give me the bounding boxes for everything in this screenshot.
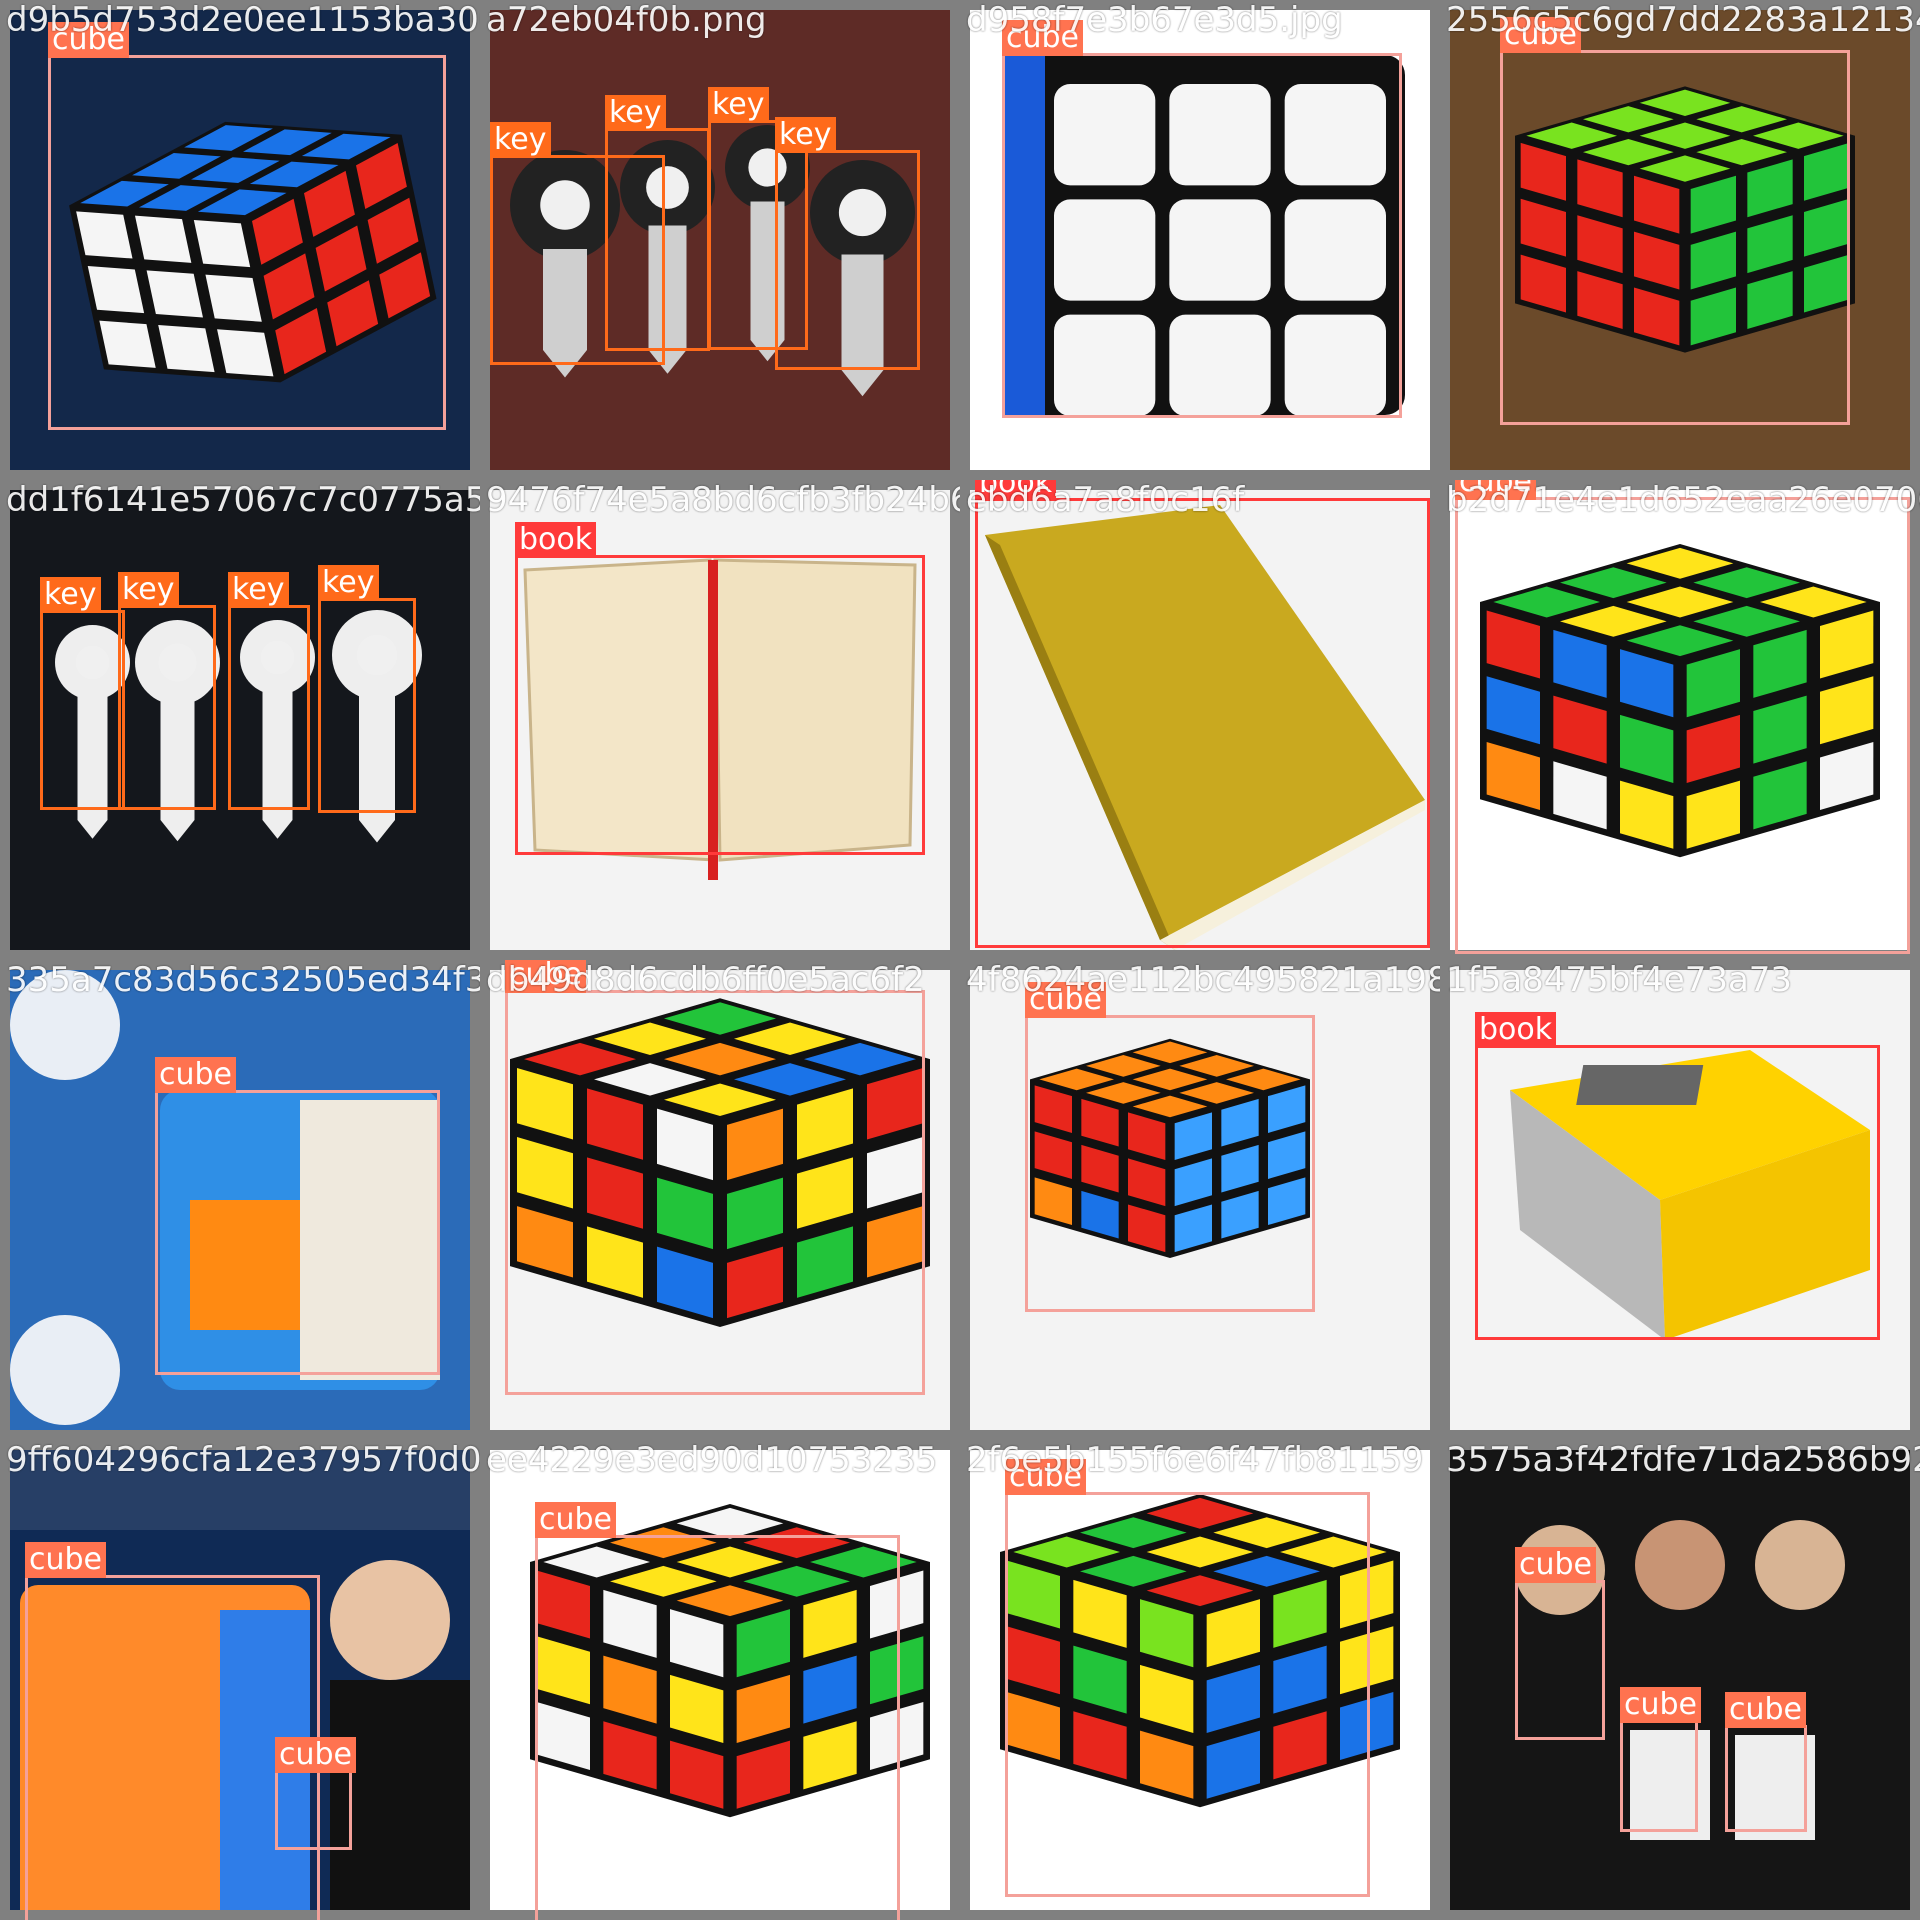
mosaic-tile: 9476f74e5a8bd6cfb3fb24b6 book bbox=[480, 480, 960, 960]
mosaic-tile: 335a7c83d56c32505ed34f3b cube bbox=[0, 960, 480, 1440]
bbox-cube: cube bbox=[48, 22, 446, 430]
bbox-cube: cube bbox=[1002, 20, 1402, 418]
mosaic-tile: 3575a3f42fdfe71da2586b922 cube cube cube bbox=[1440, 1440, 1920, 1920]
bbox-cube: cube bbox=[1725, 1692, 1807, 1832]
mosaic-tile: 9ff604296cfa12e37957f0d01 cube cube bbox=[0, 1440, 480, 1920]
bbox-label: cube bbox=[48, 22, 130, 58]
bbox-label: cube bbox=[1725, 1692, 1807, 1728]
mosaic-tile: a72eb04f0b.png key key key key bbox=[480, 0, 960, 480]
bbox-label: book bbox=[515, 522, 597, 558]
bbox-cube: cube bbox=[1515, 1547, 1605, 1740]
bbox-key: key bbox=[118, 572, 216, 810]
bbox-label: book bbox=[975, 480, 1057, 501]
bbox-label: cube bbox=[275, 1737, 357, 1773]
bbox-label: cube bbox=[1620, 1687, 1702, 1723]
mosaic-tile: db49d8d6cdb6ff0e5ac6f2 cube bbox=[480, 960, 960, 1440]
bbox-label: cube bbox=[1025, 982, 1107, 1018]
mosaic-tile: 2556c5c6gd7dd2283a12134e cube bbox=[1440, 0, 1920, 480]
bbox-label: cube bbox=[155, 1057, 237, 1093]
bbox-label: cube bbox=[505, 960, 587, 993]
bbox-label: book bbox=[1475, 1012, 1557, 1048]
bbox-label: key bbox=[605, 95, 666, 131]
bbox-key: key bbox=[318, 565, 416, 813]
mosaic-tile: b2d71e4e1d652eaa26e0706 cube bbox=[1440, 480, 1920, 960]
bbox-cube: cube bbox=[1455, 480, 1910, 954]
mosaic-tile: 4f8624ae112bc495821a1982 cube bbox=[960, 960, 1440, 1440]
bbox-cube: cube bbox=[1620, 1687, 1702, 1832]
bbox-key: key bbox=[605, 95, 710, 351]
bbox-label: key bbox=[40, 577, 101, 613]
bbox-cube: cube bbox=[505, 960, 925, 1395]
bbox-label: key bbox=[708, 87, 769, 123]
bbox-key: key bbox=[228, 572, 310, 810]
bbox-label: key bbox=[118, 572, 179, 608]
bbox-key: key bbox=[775, 117, 920, 370]
mosaic-tile: dd1f6141e57067c7c0775a5a key key key key bbox=[0, 480, 480, 960]
bbox-key: key bbox=[40, 577, 125, 810]
bbox-book: book bbox=[515, 522, 925, 855]
bbox-label: key bbox=[228, 572, 289, 608]
mosaic-tile: d958f7e3b67e3d5.jpg cube bbox=[960, 0, 1440, 480]
bbox-cube: cube bbox=[535, 1502, 900, 1920]
bbox-cube: cube bbox=[1025, 982, 1315, 1312]
bbox-label: cube bbox=[1002, 20, 1084, 56]
bbox-label: cube bbox=[1515, 1547, 1597, 1583]
bbox-book: book bbox=[975, 480, 1430, 948]
bbox-label: cube bbox=[535, 1502, 617, 1538]
bbox-label: key bbox=[318, 565, 379, 601]
mosaic-tile: ebd6a7a8f0c16f book bbox=[960, 480, 1440, 960]
mosaic-tile: ee4229e3ed90d10753235 cube bbox=[480, 1440, 960, 1920]
bbox-label: cube bbox=[1005, 1459, 1087, 1495]
bbox-cube: cube bbox=[1500, 17, 1850, 425]
mosaic-tile: 1f5a8475bf4e73a73 book bbox=[1440, 960, 1920, 1440]
bbox-label: key bbox=[775, 117, 836, 153]
bbox-cube: cube bbox=[275, 1737, 357, 1850]
detection-mosaic: d9b5d753d2e0ee1153ba300d cube a72eb04f0b.… bbox=[0, 0, 1920, 1920]
bbox-cube: cube bbox=[155, 1057, 440, 1375]
bbox-cube: cube bbox=[1005, 1459, 1370, 1897]
mosaic-tile: 2f6e5b155f6e6f47fb81159 cube bbox=[960, 1440, 1440, 1920]
bbox-label: cube bbox=[1500, 17, 1582, 53]
bbox-label: cube bbox=[1455, 480, 1537, 500]
bbox-label: cube bbox=[25, 1542, 107, 1578]
bbox-label: key bbox=[490, 122, 551, 158]
bbox-book: book bbox=[1475, 1012, 1880, 1340]
mosaic-tile: d9b5d753d2e0ee1153ba300d cube bbox=[0, 0, 480, 480]
